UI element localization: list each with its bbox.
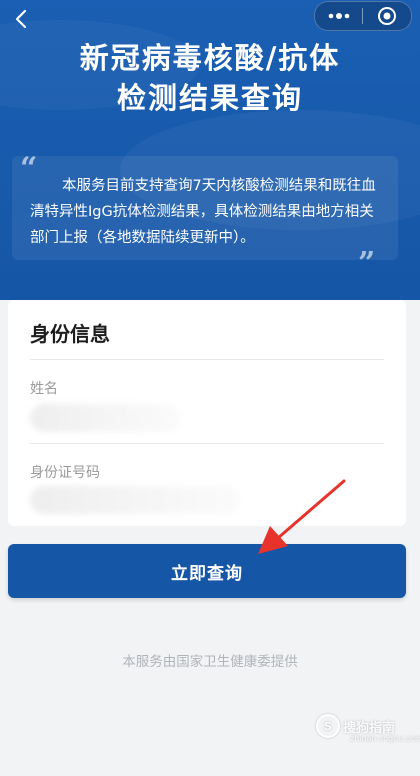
section-title: 身份信息 [30,322,110,346]
notice-text: 本服务目前支持查询7天内核酸检测结果和既往血清特异性IgG抗体检测结果，具体检测… [30,178,376,246]
page-title-line2: 检测结果查询 [116,81,303,115]
divider [30,359,384,360]
page-title-line1: 新冠病毒核酸/抗体 [79,41,341,75]
id-number-field-label: 身份证号码 [30,465,100,481]
footer-text: 本服务由国家卫生健康委提供 [122,654,298,670]
identity-form-card: 身份信息 姓名 身份证号码 [8,300,406,526]
close-quote-icon: ” [358,246,376,281]
name-input[interactable] [30,404,180,432]
query-button[interactable]: 立即查询 [8,544,406,598]
back-button[interactable] [6,4,36,34]
chevron-left-icon [15,9,27,29]
more-dots-icon [328,13,349,19]
target-circle-icon [377,7,396,25]
page-title: 新冠病毒核酸/抗体 检测结果查询 [0,38,420,118]
watermark-url: zhinan.sogou.com [350,734,420,743]
mini-program-capsule [314,1,412,31]
watermark-text: 搜狗指南 [343,720,396,736]
close-mini-program-button[interactable] [363,2,410,30]
id-number-input[interactable] [30,486,240,514]
name-field-label: 姓名 [30,381,58,397]
divider [30,443,384,444]
more-menu-button[interactable] [315,2,362,30]
watermark-logo-icon: S [316,714,340,738]
